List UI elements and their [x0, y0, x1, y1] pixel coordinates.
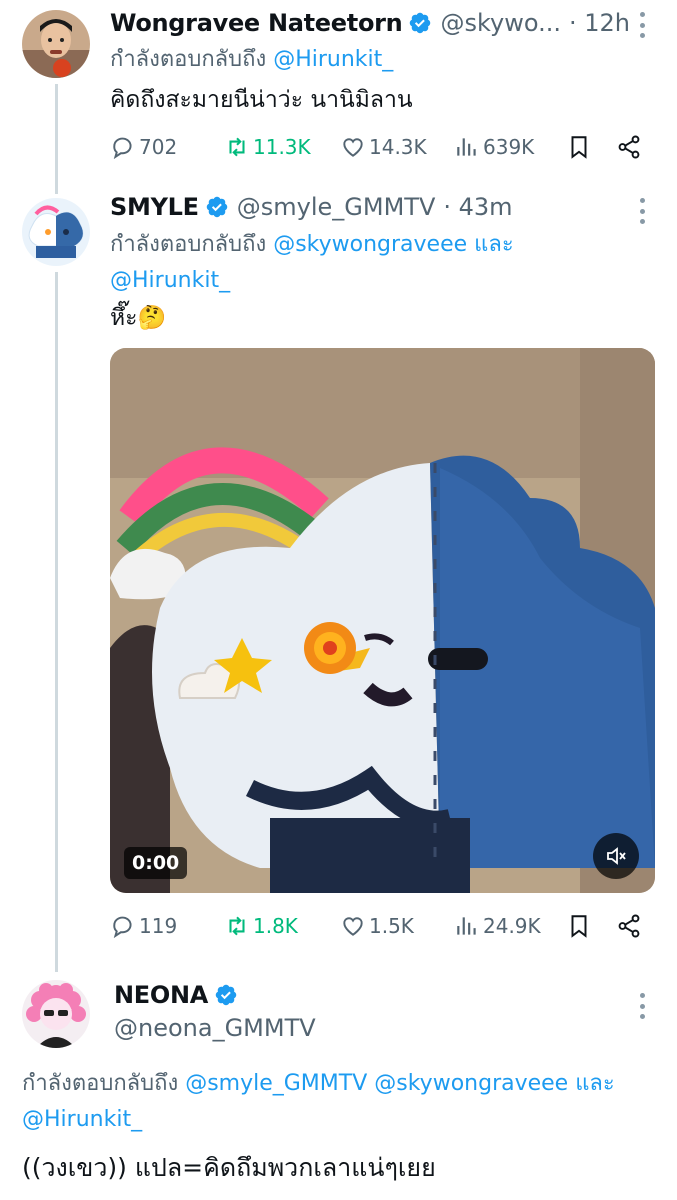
verified-badge-icon	[215, 984, 237, 1006]
mention-conjunction: และ	[575, 1071, 615, 1096]
video-player[interactable]: 0:00	[110, 348, 655, 893]
tweet-actions: 702 11.3K 14.3K 639K	[110, 130, 650, 164]
tweet-header: SMYLE @smyle_GMMTV · 43m	[110, 192, 513, 222]
tweet-actions: 119 1.8K 1.5K 24.9K	[110, 909, 650, 943]
mention-link[interactable]: @skywongraveee	[374, 1071, 568, 1096]
repost-icon	[229, 916, 245, 936]
mention-link[interactable]: @skywongraveee	[273, 232, 467, 257]
like-button[interactable]: 1.5K	[340, 909, 414, 943]
repost-count: 1.8K	[253, 914, 298, 938]
tweet-text: หึ๊ะ🤔	[110, 305, 167, 331]
repost-button[interactable]: 11.3K	[224, 130, 311, 164]
mute-button[interactable]	[593, 833, 639, 879]
like-count: 1.5K	[369, 914, 414, 938]
display-name[interactable]: NEONA	[114, 981, 208, 1009]
mention-link[interactable]: @Hirunkit_	[110, 268, 230, 293]
reply-button[interactable]: 119	[110, 909, 177, 943]
more-options-icon[interactable]	[637, 198, 647, 224]
reply-to-line: กำลังตอบกลับถึง @Hirunkit_	[110, 42, 393, 78]
tweet-header: Wongravee Nateetorn @skywo... · 12h	[110, 8, 630, 38]
like-button[interactable]: 14.3K	[340, 130, 427, 164]
video-frame	[110, 348, 655, 893]
mention-link[interactable]: @Hirunkit_	[273, 47, 393, 72]
reply-icon	[113, 137, 132, 160]
avatar[interactable]	[22, 198, 90, 266]
share-icon	[618, 914, 640, 938]
views-chart-icon	[457, 917, 476, 935]
thread-line	[55, 84, 58, 194]
reply-count: 119	[139, 914, 178, 938]
verified-badge-icon	[206, 196, 227, 218]
tweet-header: NEONA	[114, 980, 246, 1010]
repost-button[interactable]: 1.8K	[224, 909, 298, 943]
mention-link[interactable]: @Hirunkit_	[22, 1107, 142, 1132]
reply-count: 702	[139, 135, 178, 159]
display-name[interactable]: Wongravee Nateetorn	[110, 9, 403, 37]
bookmark-button[interactable]	[566, 909, 595, 943]
mention-conjunction: และ	[474, 232, 514, 257]
share-button[interactable]	[616, 130, 645, 164]
views-count: 639K	[483, 135, 535, 159]
avatar[interactable]	[22, 980, 90, 1048]
share-button[interactable]	[616, 909, 645, 943]
views-button[interactable]: 24.9K	[454, 909, 541, 943]
like-count: 14.3K	[369, 135, 427, 159]
more-options-icon[interactable]	[637, 993, 647, 1019]
reply-icon	[113, 916, 132, 939]
reply-prefix: กำลังตอบกลับถึง	[110, 47, 267, 72]
reply-to-line: กำลังตอบกลับถึง @smyle_GMMTV @skywongrav…	[22, 1066, 677, 1138]
views-count: 24.9K	[483, 914, 541, 938]
views-chart-icon	[457, 138, 476, 156]
views-button[interactable]: 639K	[454, 130, 534, 164]
share-icon	[618, 135, 640, 159]
repost-icon	[229, 137, 245, 157]
heart-icon	[343, 917, 363, 936]
user-handle[interactable]: @skywo...	[440, 9, 561, 37]
heart-icon	[343, 138, 363, 157]
user-handle[interactable]: @neona_GMMTV	[114, 1014, 316, 1042]
bookmark-icon	[571, 136, 587, 159]
tweet-text: ((วงเขว)) แปล=คิดถึมพวกเลาแน่ๆเยย	[22, 1153, 436, 1182]
reply-prefix: กำลังตอบกลับถึง	[110, 232, 267, 257]
mention-link[interactable]: @smyle_GMMTV	[185, 1071, 367, 1096]
user-handle[interactable]: @smyle_GMMTV	[237, 193, 436, 221]
speaker-muted-icon	[607, 847, 626, 865]
bookmark-icon	[571, 915, 587, 938]
timestamp[interactable]: · 43m	[443, 193, 512, 221]
reply-to-line: กำลังตอบกลับถึง @skywongraveee และ @Hiru…	[110, 227, 630, 299]
tweet-handle-row: @neona_GMMTV	[114, 1013, 316, 1043]
bookmark-button[interactable]	[566, 130, 595, 164]
video-timestamp: 0:00	[124, 847, 188, 879]
repost-count: 11.3K	[253, 135, 311, 159]
reply-button[interactable]: 702	[110, 130, 177, 164]
verified-badge-icon	[410, 12, 431, 34]
tweet-text: คิดถึงสะมายนีน่าว่ะ นานิมิลาน	[110, 87, 413, 113]
reply-prefix: กำลังตอบกลับถึง	[22, 1071, 179, 1096]
more-options-icon[interactable]	[637, 12, 647, 38]
display-name[interactable]: SMYLE	[110, 193, 199, 221]
thread-line	[55, 272, 58, 972]
avatar[interactable]	[22, 10, 90, 78]
timestamp[interactable]: · 12h	[569, 9, 630, 37]
